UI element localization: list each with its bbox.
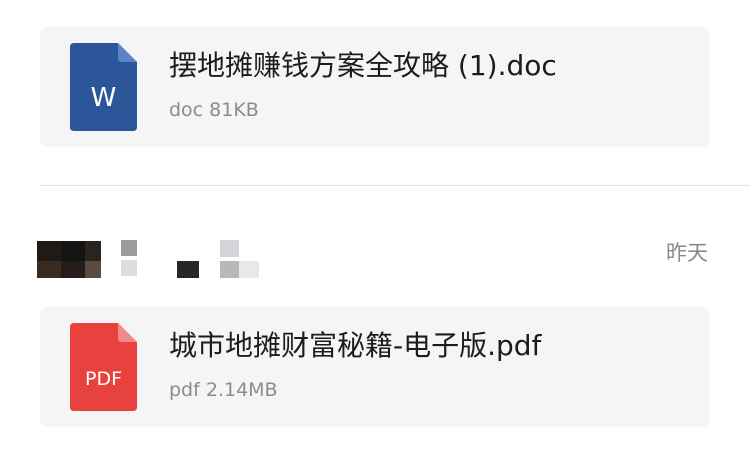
pdf-icon-label: PDF [84, 368, 123, 390]
file-name: 摆地摊赚钱方案全攻略 (1).doc [169, 49, 557, 82]
file-meta: pdf 2.14MB [169, 379, 278, 401]
word-document-icon: W [70, 43, 137, 131]
file-card-pdf[interactable]: PDF 城市地摊财富秘籍-电子版.pdf pdf 2.14MB [40, 307, 710, 427]
word-icon-label: W [90, 83, 117, 113]
message-divider [40, 185, 750, 186]
pdf-document-icon: PDF [70, 323, 137, 411]
sender-name-censored [37, 237, 267, 283]
file-name: 城市地摊财富秘籍-电子版.pdf [169, 329, 542, 362]
file-card-doc[interactable]: W 摆地摊赚钱方案全攻略 (1).doc doc 81KB [40, 27, 710, 147]
pdf-document-icon-shape [70, 323, 137, 411]
message-timestamp: 昨天 [666, 241, 708, 265]
file-meta: doc 81KB [169, 99, 259, 121]
